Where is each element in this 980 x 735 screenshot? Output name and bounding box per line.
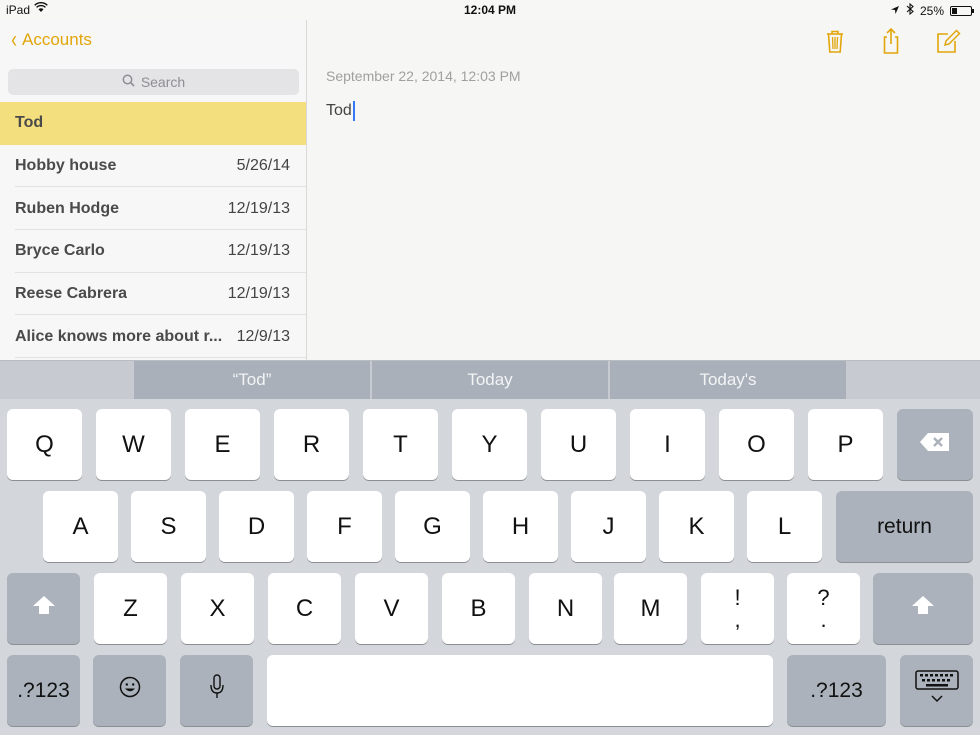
key-m[interactable]: M	[614, 573, 687, 644]
key-o[interactable]: O	[719, 409, 794, 480]
key-e[interactable]: E	[185, 409, 260, 480]
suggestion-todays[interactable]: Today's	[610, 361, 846, 399]
key-s[interactable]: S	[131, 491, 206, 562]
emoji-key[interactable]	[93, 655, 166, 726]
note-date: 12/19/13	[227, 199, 290, 217]
key-z[interactable]: Z	[94, 573, 167, 644]
key-u[interactable]: U	[541, 409, 616, 480]
key-c[interactable]: C	[268, 573, 341, 644]
key-r[interactable]: R	[274, 409, 349, 480]
numbers-key-left[interactable]: .?123	[7, 655, 80, 726]
space-bar[interactable]	[267, 655, 773, 726]
key-g[interactable]: G	[395, 491, 470, 562]
key-exclamation-comma[interactable]: ! ,	[701, 573, 774, 644]
status-bar: iPad 12:04 PM 25%	[0, 0, 980, 20]
note-title: Reese Cabrera	[15, 285, 128, 303]
key-t[interactable]: T	[363, 409, 438, 480]
status-time: 12:04 PM	[463, 3, 517, 17]
key-f[interactable]: F	[307, 491, 382, 562]
key-question-period[interactable]: ? .	[787, 573, 860, 644]
key-top-char: ?	[817, 584, 830, 610]
return-key[interactable]: return	[836, 491, 973, 562]
key-k[interactable]: K	[659, 491, 734, 562]
numbers-key-right[interactable]: .?123	[787, 655, 886, 726]
location-arrow-icon	[890, 4, 900, 18]
trash-icon[interactable]	[820, 26, 850, 56]
key-a[interactable]: A	[43, 491, 118, 562]
share-icon[interactable]	[876, 26, 906, 56]
key-h[interactable]: H	[483, 491, 558, 562]
shift-icon	[910, 594, 936, 623]
note-row[interactable]: Hobby house 5/26/14	[0, 145, 306, 188]
dictation-key[interactable]	[180, 655, 253, 726]
dismiss-keyboard-key[interactable]	[900, 655, 973, 726]
microphone-icon	[209, 674, 225, 707]
key-n[interactable]: N	[529, 573, 602, 644]
shift-icon	[31, 594, 57, 623]
key-bottom-char: .	[820, 606, 827, 632]
backspace-icon	[919, 431, 951, 459]
key-x[interactable]: X	[181, 573, 254, 644]
note-date: 12/9/13	[236, 327, 290, 345]
suggestion-today[interactable]: Today	[372, 361, 608, 399]
search-field[interactable]: Search	[8, 69, 299, 95]
note-date: 12/19/13	[227, 242, 290, 260]
notes-sidebar: ‹ Accounts Search Tod Hobby house 5/26/1…	[0, 20, 307, 360]
suggestion-quoted[interactable]: “Tod”	[134, 361, 370, 399]
shift-key-right[interactable]	[873, 573, 973, 644]
key-p[interactable]: P	[808, 409, 883, 480]
compose-icon[interactable]	[932, 26, 962, 56]
key-j[interactable]: J	[571, 491, 646, 562]
note-title: Alice knows more about r...	[15, 327, 223, 345]
on-screen-keyboard: “Tod” Today Today's Q W E R T Y U I O P …	[0, 360, 980, 735]
note-title: Hobby house	[15, 157, 117, 175]
note-row-selected[interactable]: Tod	[0, 102, 306, 145]
battery-percent: 25%	[919, 3, 944, 18]
note-text: Tod	[326, 102, 352, 120]
note-row[interactable]: Ruben Hodge 12/19/13	[0, 187, 306, 230]
back-label: Accounts	[22, 30, 92, 49]
notes-list: Tod Hobby house 5/26/14 Ruben Hodge 12/1…	[0, 102, 306, 358]
keyboard-dismiss-icon	[914, 670, 959, 711]
accounts-back-button[interactable]: ‹ Accounts	[10, 26, 92, 53]
shift-key-left[interactable]	[7, 573, 80, 644]
key-b[interactable]: B	[442, 573, 515, 644]
key-v[interactable]: V	[355, 573, 428, 644]
note-row[interactable]: Reese Cabrera 12/19/13	[0, 273, 306, 316]
note-title: Bryce Carlo	[15, 242, 105, 260]
note-row[interactable]: Alice knows more about r... 12/9/13	[0, 315, 306, 358]
note-timestamp: September 22, 2014, 12:03 PM	[326, 68, 521, 84]
key-bottom-char: ,	[734, 606, 741, 632]
note-date: 5/26/14	[236, 157, 290, 175]
note-text-area[interactable]: Tod	[326, 101, 355, 121]
bluetooth-icon	[906, 2, 914, 18]
text-cursor	[352, 101, 355, 121]
note-row[interactable]: Bryce Carlo 12/19/13	[0, 230, 306, 273]
note-toolbar	[820, 26, 980, 56]
key-y[interactable]: Y	[452, 409, 527, 480]
backspace-key[interactable]	[897, 409, 973, 480]
battery-icon	[950, 5, 974, 16]
note-title: Ruben Hodge	[15, 199, 119, 217]
note-editor: September 22, 2014, 12:03 PM Tod	[307, 20, 980, 360]
key-q[interactable]: Q	[7, 409, 82, 480]
emoji-icon	[119, 676, 141, 705]
note-title: Tod	[15, 114, 44, 132]
key-i[interactable]: I	[630, 409, 705, 480]
key-top-char: !	[734, 584, 741, 610]
key-l[interactable]: L	[747, 491, 822, 562]
search-placeholder: Search	[140, 74, 186, 90]
search-icon	[122, 74, 135, 90]
suggestion-bar: “Tod” Today Today's	[0, 361, 980, 399]
key-w[interactable]: W	[96, 409, 171, 480]
key-d[interactable]: D	[219, 491, 294, 562]
note-date: 12/19/13	[227, 285, 290, 303]
chevron-left-icon: ‹	[11, 26, 17, 53]
